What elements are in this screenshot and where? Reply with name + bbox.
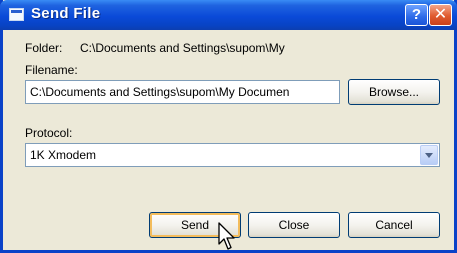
protocol-select[interactable]: 1K Xmodem: [25, 143, 440, 167]
browse-button[interactable]: Browse...: [348, 79, 440, 105]
title-bar[interactable]: Send File ? ✕: [0, 0, 457, 30]
close-window-button[interactable]: ✕: [429, 4, 452, 26]
help-button[interactable]: ?: [405, 4, 428, 26]
close-button[interactable]: Close: [248, 212, 340, 238]
window-icon: [9, 8, 24, 21]
window-title: Send File: [31, 5, 101, 22]
dropdown-arrow-icon[interactable]: [420, 145, 438, 165]
filename-input[interactable]: C:\Documents and Settings\supom\My Docum…: [25, 80, 340, 104]
filename-label: Filename:: [25, 63, 78, 77]
close-icon: ✕: [433, 6, 448, 23]
send-button[interactable]: Send: [149, 212, 241, 238]
folder-label: Folder:: [25, 41, 63, 55]
protocol-selected-value: 1K Xmodem: [30, 148, 97, 162]
cancel-button[interactable]: Cancel: [348, 212, 440, 238]
send-file-dialog: Send File ? ✕ Folder: C:\Documents and S…: [0, 0, 457, 253]
protocol-label: Protocol:: [25, 126, 73, 140]
folder-path: C:\Documents and Settings\supom\My: [80, 41, 285, 55]
help-icon: ?: [411, 6, 422, 23]
